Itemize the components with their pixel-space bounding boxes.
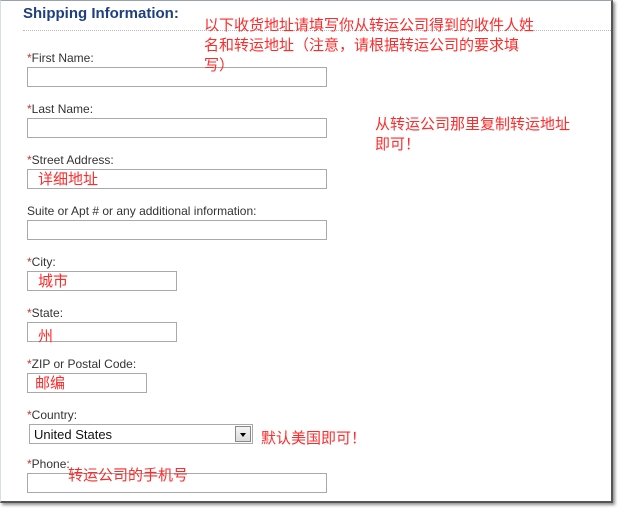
zip-label: *ZIP or Postal Code: [27, 357, 136, 371]
suite-input[interactable] [27, 220, 327, 240]
annotation-line: 写） [204, 57, 235, 74]
copy-address-annotation: 从转运公司那里复制转运地址 即可！ [375, 115, 570, 155]
label-text: City: [31, 255, 56, 269]
city-input[interactable]: 城市 [27, 271, 177, 291]
state-input[interactable]: 州 [27, 322, 177, 345]
country-select[interactable]: United States [29, 424, 253, 444]
label-text: Phone: [31, 457, 70, 471]
label-text: State: [31, 306, 64, 320]
country-selected-value: United States [34, 427, 113, 442]
zip-input[interactable]: 邮编 [27, 373, 147, 393]
annotation-line: 即可！ [375, 136, 421, 153]
phone-label: *Phone: [27, 457, 70, 471]
label-text: First Name: [31, 51, 94, 65]
annotation-line: 从转运公司那里复制转运地址 [375, 116, 571, 133]
last-name-label: *Last Name: [27, 102, 93, 116]
label-text: Suite or Apt # or any additional informa… [27, 204, 257, 218]
annotation-line: 以下收货地址请填写你从转运公司得到的收件人姓 [204, 17, 535, 34]
country-annotation: 默认美国即可！ [261, 430, 367, 447]
city-hint: 城市 [38, 273, 69, 290]
last-name-input[interactable] [27, 118, 327, 138]
label-text: Street Address: [31, 153, 114, 167]
label-text: Last Name: [31, 102, 94, 116]
zip-hint: 邮编 [35, 375, 66, 392]
state-hint: 州 [38, 328, 54, 345]
shipping-form-panel: Shipping Information: *First Name: *Last… [0, 0, 613, 503]
top-annotation: 以下收货地址请填写你从转运公司得到的收件人姓 名和转运地址（注意，请根据转运公司… [204, 16, 604, 76]
label-text: Country: [31, 408, 78, 422]
city-label: *City: [27, 255, 56, 269]
suite-label: Suite or Apt # or any additional informa… [27, 204, 256, 218]
street-address-label: *Street Address: [27, 153, 114, 167]
state-label: *State: [27, 306, 63, 320]
section-title: Shipping Information: [23, 5, 179, 22]
chevron-down-icon[interactable] [235, 426, 251, 442]
country-label: *Country: [27, 408, 77, 422]
label-text: ZIP or Postal Code: [31, 357, 137, 371]
first-name-label: *First Name: [27, 51, 94, 65]
street-address-input[interactable]: 详细地址 [27, 169, 327, 189]
annotation-line: 名和转运地址（注意，请根据转运公司的要求填 [204, 37, 520, 54]
street-address-hint: 详细地址 [38, 171, 99, 188]
phone-annotation: 转运公司的手机号 [68, 467, 189, 484]
